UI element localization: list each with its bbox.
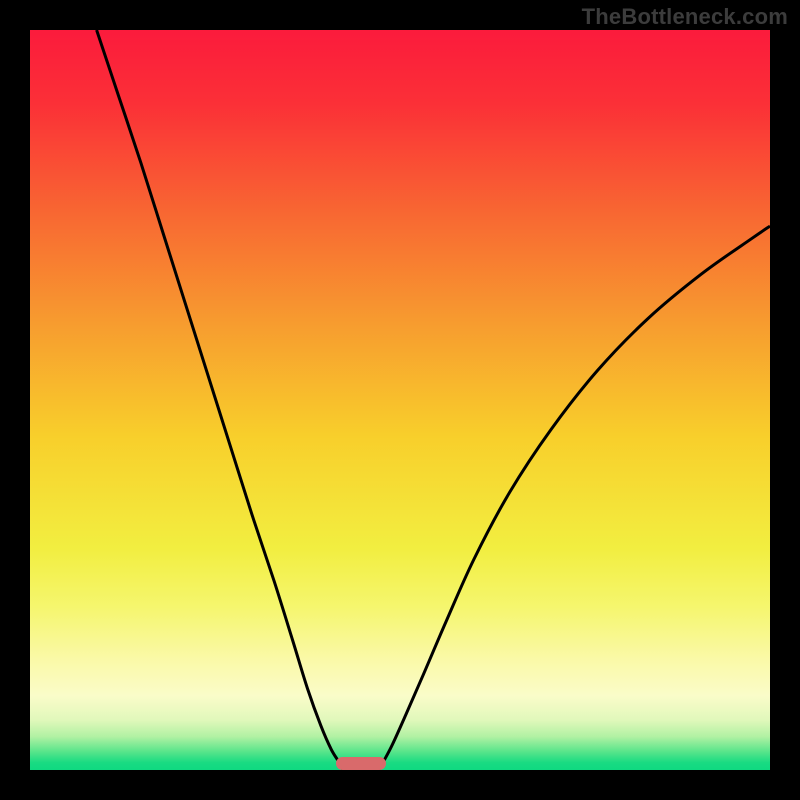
- watermark-text: TheBottleneck.com: [582, 4, 788, 30]
- bottleneck-curve: [30, 30, 770, 770]
- optimal-marker: [336, 757, 386, 770]
- chart-frame: TheBottleneck.com: [0, 0, 800, 800]
- plot-area: [30, 30, 770, 770]
